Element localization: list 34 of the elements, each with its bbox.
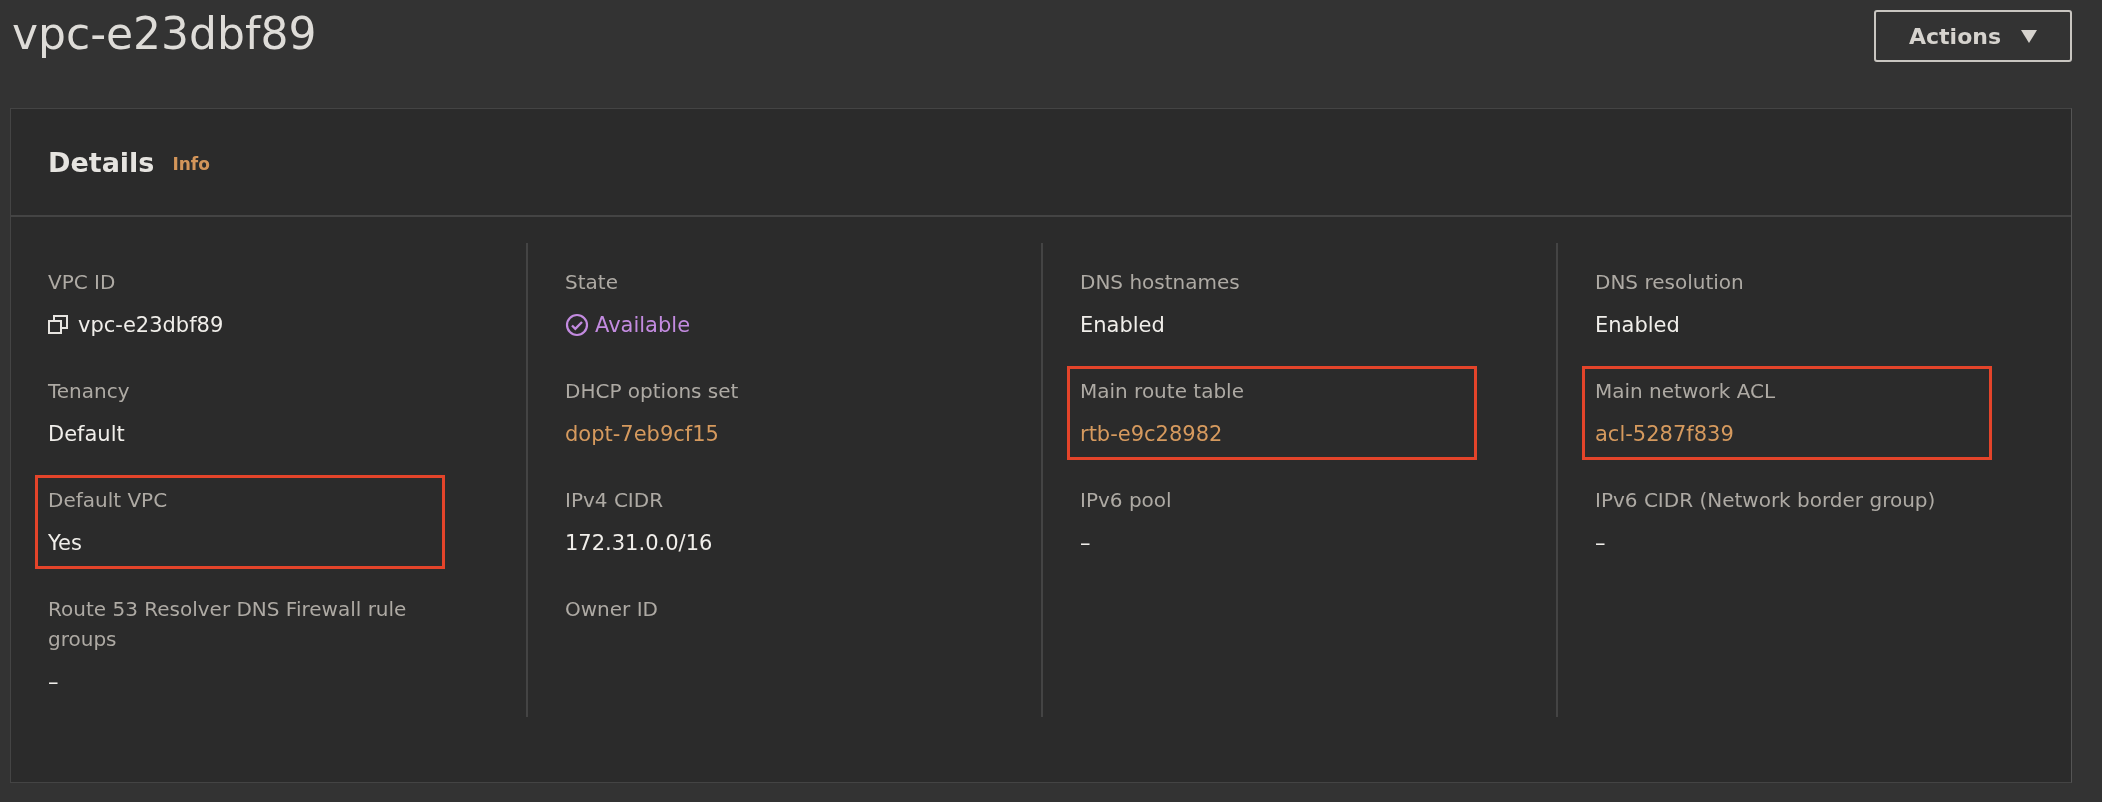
field-value: –	[1080, 530, 1092, 557]
field-label: VPC ID	[48, 269, 117, 296]
field-link[interactable]: dopt-7eb9cf15	[565, 419, 949, 449]
field-value: Yes	[48, 530, 83, 557]
field-value: –	[48, 669, 60, 696]
status-text: Available	[565, 310, 949, 340]
field-label: Tenancy	[48, 378, 131, 405]
field-link[interactable]: rtb-e9c28982	[1080, 419, 1464, 449]
info-link[interactable]: Info	[172, 154, 210, 174]
field-label: Main network ACL	[1595, 378, 1777, 405]
field-label: DNS resolution	[1595, 269, 1745, 296]
field-label: Owner ID	[565, 596, 659, 623]
field-label: IPv4 CIDR	[565, 487, 665, 514]
field-label: State	[565, 269, 619, 296]
check-circle-icon	[565, 313, 589, 337]
field-label: DHCP options set	[565, 378, 740, 405]
field-label: Main route table	[1080, 378, 1245, 405]
field-label: IPv6 CIDR (Network border group)	[1595, 487, 1937, 514]
actions-button[interactable]: Actions	[1874, 10, 2072, 62]
field-label: Route 53 Resolver DNS Firewall rule groups	[48, 596, 408, 653]
copy-icon[interactable]	[48, 315, 68, 335]
field-link[interactable]: acl-5287f839	[1595, 419, 1979, 449]
field-value: Enabled	[1080, 312, 1166, 339]
field-label: IPv6 pool	[1080, 487, 1173, 514]
field-label: DNS hostnames	[1080, 269, 1241, 296]
caret-icon	[2021, 29, 2037, 43]
field-value: Enabled	[1595, 312, 1681, 339]
field-value: –	[1595, 530, 1607, 557]
field-value: 172.31.0.0/16	[565, 530, 714, 557]
section-heading: Details	[48, 146, 155, 178]
field-value: Default	[48, 421, 126, 448]
field-label: Default VPC	[48, 487, 169, 514]
field-value: vpc-e23dbf89	[78, 312, 224, 339]
page-title: vpc-e23dbf89	[12, 8, 317, 59]
